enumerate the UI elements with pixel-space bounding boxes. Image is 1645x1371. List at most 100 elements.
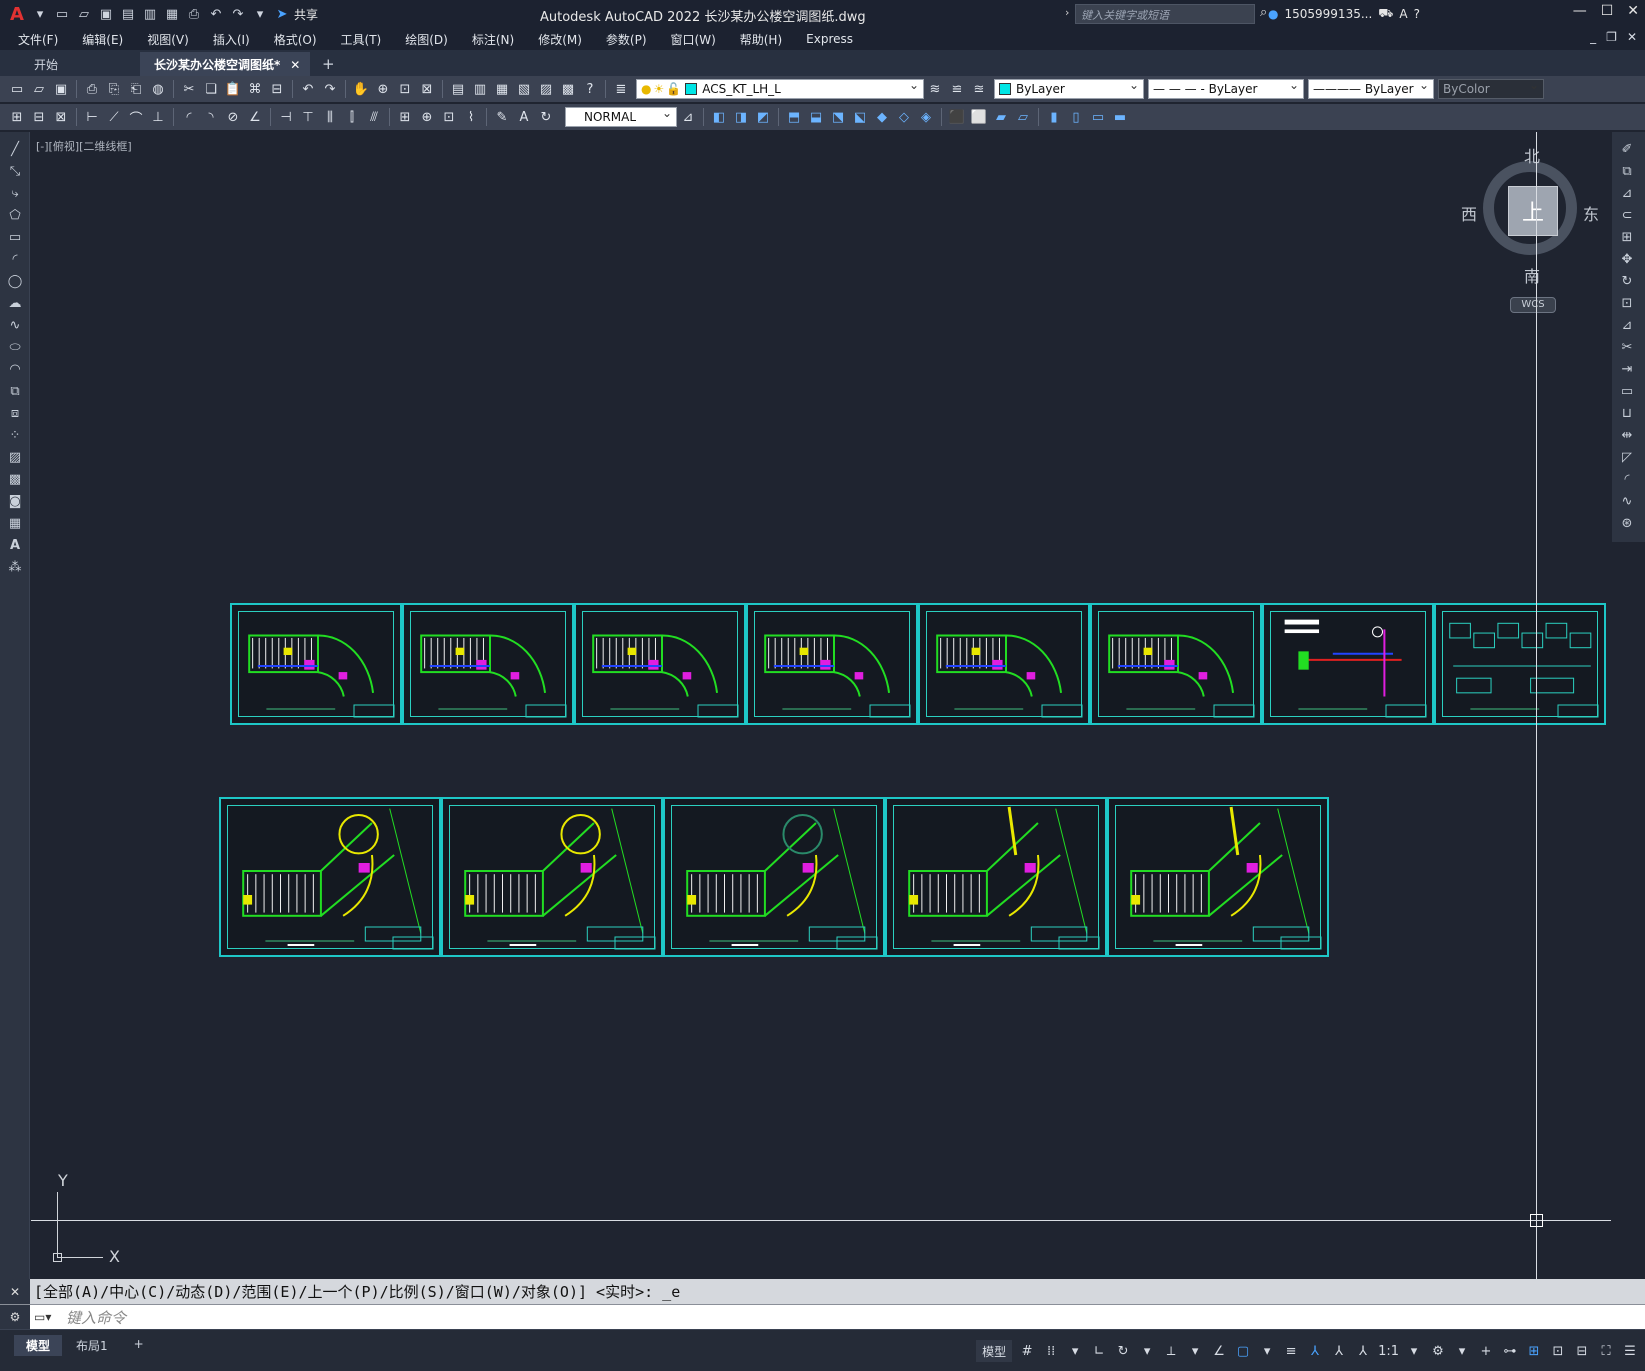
rotate-icon[interactable]: ↻ bbox=[1612, 270, 1642, 292]
menu-dimension[interactable]: 标注(N) bbox=[460, 31, 526, 48]
compass-west[interactable]: 西 bbox=[1461, 201, 1477, 225]
revolve-icon[interactable]: ⬜ bbox=[968, 107, 990, 127]
menu-express[interactable]: Express bbox=[794, 32, 865, 46]
continue-dim-icon[interactable]: ⫼ bbox=[319, 107, 341, 127]
erase-icon[interactable]: ✐ bbox=[1612, 138, 1642, 160]
customize-menu-icon[interactable]: ☰ bbox=[1621, 1340, 1639, 1362]
shell-icon[interactable]: ▯ bbox=[1065, 107, 1087, 127]
drawing-sheet[interactable] bbox=[1262, 603, 1434, 725]
share-icon[interactable]: ➤ bbox=[272, 4, 292, 24]
center-mark-icon[interactable]: ⊕ bbox=[416, 107, 438, 127]
dim-update-icon[interactable]: ↻ bbox=[535, 107, 557, 127]
polar-icon[interactable]: ↻ bbox=[1114, 1340, 1132, 1362]
menu-insert[interactable]: 插入(I) bbox=[201, 31, 262, 48]
diameter-dim-icon[interactable]: ⊘ bbox=[222, 107, 244, 127]
chamfer-icon[interactable]: ◸ bbox=[1612, 446, 1642, 468]
object-snap-tracking-icon[interactable]: ∠ bbox=[1210, 1340, 1228, 1362]
rectangle-icon[interactable]: ▭ bbox=[0, 226, 30, 248]
compass-north[interactable]: 北 bbox=[1524, 143, 1540, 167]
subtract-icon[interactable]: ◇ bbox=[893, 107, 915, 127]
search-input[interactable]: 键入关键字或短语 bbox=[1075, 4, 1255, 24]
dropdown-arrow-icon[interactable]: ▾ bbox=[1405, 1340, 1423, 1362]
make-current-layer-icon[interactable]: ≋ bbox=[924, 79, 946, 99]
publish-icon[interactable]: ⎗ bbox=[125, 79, 147, 99]
design-center-icon[interactable]: ▥ bbox=[469, 79, 491, 99]
jogged-dim-icon[interactable]: ◝ bbox=[200, 107, 222, 127]
dimstyle-dropdown[interactable]: NORMAL bbox=[565, 106, 677, 127]
auto-scale-icon[interactable]: ⅄ bbox=[1330, 1340, 1348, 1362]
scale-icon[interactable]: ⊡ bbox=[1612, 292, 1642, 314]
line-icon[interactable]: ╱ bbox=[0, 138, 30, 160]
menu-view[interactable]: 视图(V) bbox=[135, 31, 201, 48]
dim-style-icon[interactable]: ⊿ bbox=[677, 107, 699, 127]
polyline-icon[interactable]: ⤷ bbox=[0, 182, 30, 204]
drawing-sheet[interactable] bbox=[230, 603, 402, 725]
user-name[interactable]: 1505999135... bbox=[1284, 7, 1372, 21]
wedge-icon[interactable]: ◨ bbox=[730, 107, 752, 127]
revision-cloud-icon[interactable]: ☁ bbox=[0, 292, 30, 314]
solid-edit-icon[interactable]: ▮ bbox=[1043, 107, 1065, 127]
drawing-sheet[interactable] bbox=[1107, 797, 1329, 957]
command-close-icon[interactable]: ✕ bbox=[0, 1279, 30, 1304]
break-icon[interactable]: ⊔ bbox=[1612, 402, 1642, 424]
move-3d-icon[interactable]: ⬒ bbox=[783, 107, 805, 127]
minimize-icon[interactable]: — bbox=[1573, 3, 1587, 19]
plot-icon[interactable]: ⎙ bbox=[81, 79, 103, 99]
object-snap-icon[interactable]: ▢ bbox=[1234, 1340, 1252, 1362]
publish-icon[interactable]: ▦ bbox=[162, 4, 182, 24]
drawing-sheet[interactable] bbox=[918, 603, 1090, 725]
zoom-realtime-icon[interactable]: ⊕ bbox=[372, 79, 394, 99]
snap-icon[interactable]: ⁞⁞ bbox=[1042, 1340, 1060, 1362]
box-icon[interactable]: ◧ bbox=[708, 107, 730, 127]
viewcube[interactable]: 上 北 南 西 东 WCS bbox=[1461, 147, 1599, 313]
drawing-sheet[interactable] bbox=[574, 603, 746, 725]
annotation-visibility-icon[interactable]: ⅄ bbox=[1306, 1340, 1324, 1362]
quick-dim-icon[interactable]: ⊣ bbox=[275, 107, 297, 127]
attribute-icon[interactable]: ⊠ bbox=[50, 107, 72, 127]
tolerance-icon[interactable]: ⊞ bbox=[394, 107, 416, 127]
linetype-dropdown[interactable]: — — — - ByLayer bbox=[1148, 78, 1304, 99]
section-icon[interactable]: ▱ bbox=[1012, 107, 1034, 127]
customize-qat-icon[interactable]: ▾ bbox=[250, 4, 270, 24]
annotation-monitor-icon[interactable]: + bbox=[1477, 1340, 1495, 1362]
drawing-sheet[interactable] bbox=[441, 797, 663, 957]
grid-icon[interactable]: # bbox=[1018, 1340, 1036, 1362]
wcs-menu[interactable]: WCS bbox=[1510, 297, 1556, 313]
open-icon[interactable]: ▱ bbox=[28, 79, 50, 99]
undo-icon[interactable]: ↶ bbox=[297, 79, 319, 99]
make-block-icon[interactable]: ⧈ bbox=[0, 402, 30, 424]
fillet-icon[interactable]: ◜ bbox=[1612, 468, 1642, 490]
rotate-3d-icon[interactable]: ⬓ bbox=[805, 107, 827, 127]
spline-icon[interactable]: ∿ bbox=[0, 314, 30, 336]
lineweight-icon[interactable]: ≡ bbox=[1282, 1340, 1300, 1362]
copy-icon[interactable]: ⧉ bbox=[1612, 160, 1642, 182]
polygon-icon[interactable]: ⬠ bbox=[0, 204, 30, 226]
isolate-objects-icon[interactable]: ⊟ bbox=[1573, 1340, 1591, 1362]
print-icon[interactable]: ⎙ bbox=[184, 4, 204, 24]
dim-edit-icon[interactable]: ✎ bbox=[491, 107, 513, 127]
stretch-icon[interactable]: ⊿ bbox=[1612, 314, 1642, 336]
zoom-window-icon[interactable]: ⊡ bbox=[394, 79, 416, 99]
block-icon[interactable]: ⊞ bbox=[6, 107, 28, 127]
ellipse-arc-icon[interactable]: ◠ bbox=[0, 358, 30, 380]
search-icon[interactable]: ⌕ bbox=[1260, 5, 1267, 20]
markup-icon[interactable]: ▨ bbox=[535, 79, 557, 99]
dropdown-arrow-icon[interactable]: ▾ bbox=[1066, 1340, 1084, 1362]
drawing-sheet[interactable] bbox=[746, 603, 918, 725]
new-file-icon[interactable]: ▭ bbox=[52, 4, 72, 24]
tab-drawing[interactable]: 长沙某办公楼空调图纸* ✕ bbox=[140, 52, 310, 76]
isodraft-icon[interactable]: ⟂ bbox=[1162, 1340, 1180, 1362]
aligned-dim-icon[interactable]: ⟋ bbox=[103, 107, 125, 127]
doc-close-icon[interactable]: ✕ bbox=[1627, 30, 1637, 44]
array-icon[interactable]: ⊞ bbox=[1612, 226, 1642, 248]
menu-parameter[interactable]: 参数(P) bbox=[594, 31, 659, 48]
tab-close-icon[interactable]: ✕ bbox=[290, 58, 300, 72]
block-editor-icon[interactable]: ⊟ bbox=[266, 79, 288, 99]
scale-value[interactable]: 1:1 bbox=[1378, 1340, 1399, 1362]
layer-state-icon[interactable]: ≊ bbox=[968, 79, 990, 99]
layer-dropdown[interactable]: ● ☀ 🔓 ACS_KT_LH_L bbox=[636, 78, 924, 99]
layer-properties-icon[interactable]: ≣ bbox=[610, 79, 632, 99]
lineweight-dropdown[interactable]: ———— ByLayer bbox=[1308, 78, 1434, 99]
color-dropdown[interactable]: ByLayer bbox=[994, 78, 1144, 99]
linear-dim-icon[interactable]: ⊢ bbox=[81, 107, 103, 127]
